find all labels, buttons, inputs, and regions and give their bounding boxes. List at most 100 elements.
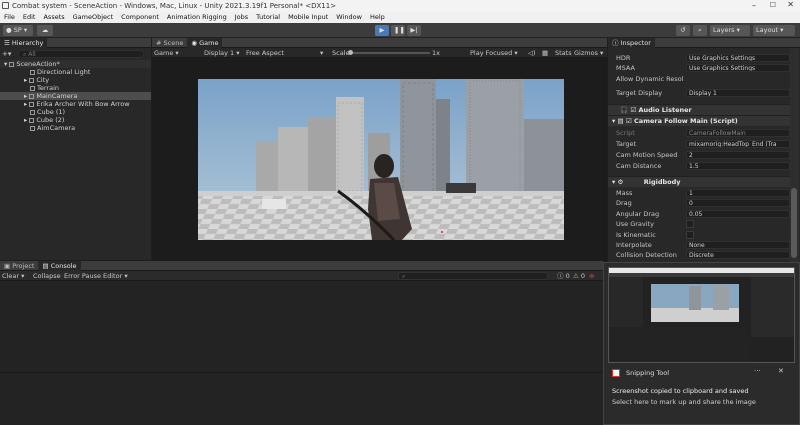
game-viewport[interactable] <box>198 79 564 240</box>
mute-icon[interactable]: ◁) <box>528 48 536 58</box>
hierarchy-search-input[interactable]: ⌕ All <box>18 50 144 58</box>
play-button[interactable]: ▶ <box>375 25 389 36</box>
gameobject-icon <box>30 69 35 75</box>
field-label: Angular Drag <box>616 209 660 218</box>
snipping-tool-notification[interactable]: Snipping Tool ··· ✕ Screenshot copied to… <box>603 262 800 425</box>
tab-game[interactable]: ◉ Game <box>187 37 223 48</box>
close-icon[interactable]: ✕ <box>787 0 794 9</box>
layers-dropdown[interactable]: Layers ▾ <box>710 25 750 36</box>
scene-root-row[interactable]: ▾ SceneAction* <box>0 60 151 68</box>
info-count-value: 0 <box>565 272 570 280</box>
number-field[interactable]: 1 <box>686 189 790 197</box>
stats-button[interactable]: Stats <box>555 48 572 58</box>
hierarchy-item[interactable]: Terrain <box>0 84 151 92</box>
display-mode-dropdown[interactable]: Game ▾ <box>154 48 179 58</box>
field-label: Script <box>616 129 635 137</box>
close-notification-icon[interactable]: ✕ <box>778 367 784 375</box>
hierarchy-item[interactable]: ▸ Cube (2) <box>0 116 151 124</box>
error-pause-button[interactable]: Error Pause <box>64 271 101 281</box>
console-search-input[interactable]: ⌕ <box>398 272 548 280</box>
editor-dropdown[interactable]: Editor ▾ <box>103 271 128 281</box>
inspector-scrollbar-thumb[interactable] <box>791 188 797 258</box>
menu-assets[interactable]: Assets <box>39 12 68 23</box>
grid-icon[interactable]: ▦ <box>542 48 548 58</box>
hierarchy-item[interactable]: Cube (1) <box>0 108 151 116</box>
field-dropdown[interactable]: Display 1 <box>686 89 790 97</box>
hierarchy-item[interactable]: ▸ Erika Archer With Bow Arrow <box>0 100 151 108</box>
tab-project[interactable]: ▣ Project <box>0 261 38 271</box>
hierarchy-item-label: Directional Light <box>37 68 91 76</box>
field-dropdown[interactable]: Use Graphics Settings <box>686 64 790 73</box>
minimize-icon[interactable]: – <box>752 1 756 10</box>
pause-button[interactable]: ❚❚ <box>391 25 405 36</box>
maximize-icon[interactable]: ☐ <box>770 1 776 9</box>
hierarchy-item[interactable]: ▸ City <box>0 76 151 84</box>
play-focused-dropdown[interactable]: Play Focused ▾ <box>470 48 518 58</box>
tab-inspector[interactable]: ⓘ Inspector <box>608 37 655 48</box>
inspector-row: HDR Use Graphics Settings <box>608 53 790 63</box>
gizmos-dropdown[interactable]: Gizmos ▾ <box>574 48 603 58</box>
menu-help[interactable]: Help <box>366 12 389 23</box>
menu-gameobject[interactable]: GameObject <box>69 12 118 23</box>
scale-slider[interactable] <box>350 52 430 54</box>
menu-window[interactable]: Window <box>332 12 366 23</box>
audio-listener-header[interactable]: 🎧 ☑ Audio Listener <box>608 104 790 115</box>
camera-follow-header[interactable]: ▾ ▤ ☑ Camera Follow Main (Script) <box>608 115 790 126</box>
field-dropdown[interactable]: Use Graphics Settings <box>686 54 790 62</box>
tab-scene[interactable]: # Scene <box>152 38 187 48</box>
menu-component[interactable]: Component <box>117 12 163 23</box>
hierarchy-item-label: City <box>36 76 50 84</box>
is-kinematic-checkbox[interactable] <box>686 230 694 239</box>
number-field[interactable]: 1.5 <box>686 162 790 170</box>
editor-label: Editor <box>103 272 123 280</box>
interpolate-dropdown[interactable]: None <box>686 241 790 249</box>
field-label: Collision Detection <box>616 251 677 260</box>
collapse-button[interactable]: Collapse <box>33 271 61 281</box>
console-divider <box>0 372 603 373</box>
inspector-tabbar: ⓘ Inspector <box>608 37 800 48</box>
hierarchy-item-selected[interactable]: ▸ MainCamera <box>0 92 151 100</box>
hierarchy-item-label: Terrain <box>37 84 60 92</box>
cloud-icon[interactable]: ☁ <box>37 25 53 36</box>
field-label: Cam Distance <box>616 162 662 170</box>
menu-animation-rigging[interactable]: Animation Rigging <box>163 12 231 23</box>
more-options-icon[interactable]: ··· <box>754 367 761 375</box>
display-label: Display 1 <box>204 49 235 57</box>
clear-button[interactable]: Clear ▾ <box>2 271 24 281</box>
number-field[interactable]: 0.05 <box>686 209 790 218</box>
menu-file[interactable]: File <box>0 12 19 23</box>
aspect-dropdown[interactable]: Free Aspect ▾ <box>246 48 326 58</box>
history-icon[interactable]: ↺ <box>676 25 690 36</box>
warning-count[interactable]: ⚠ 0 <box>573 271 585 281</box>
number-field[interactable]: 0 <box>686 199 790 208</box>
component-title: Rigidbody <box>643 178 681 186</box>
info-count[interactable]: ⓘ 0 <box>557 271 570 281</box>
add-button[interactable]: +▾ <box>2 50 14 58</box>
hierarchy-item-label: Cube (2) <box>36 116 65 124</box>
tab-hierarchy[interactable]: ☰ Hierarchy <box>0 37 48 48</box>
inspector-row: Collision Detection Discrete <box>608 250 790 260</box>
menu-tutorial[interactable]: Tutorial <box>252 12 284 23</box>
number-field[interactable]: 2 <box>686 151 790 159</box>
rigidbody-header[interactable]: ▾ ⚙ Rigidbody <box>608 176 790 187</box>
target-field[interactable]: mixamorig:HeadTop_End (Tra <box>686 140 790 148</box>
layout-label: Layout <box>756 26 779 34</box>
collision-detection-dropdown[interactable]: Discrete <box>686 251 790 260</box>
menu-mobile-input[interactable]: Mobile Input <box>284 12 332 23</box>
error-count[interactable]: ⊗ <box>589 271 594 281</box>
scale-slider-thumb[interactable] <box>348 50 353 55</box>
use-gravity-checkbox[interactable] <box>686 220 694 229</box>
account-dropdown[interactable]: ● SP ▾ <box>3 25 33 36</box>
search-icon[interactable]: ⌕ <box>693 25 707 36</box>
main-toolbar: ● SP ▾ ☁ ▶ ❚❚ ▶| ↺ ⌕ Layers ▾ Layout ▾ <box>0 23 800 38</box>
display-dropdown[interactable]: Display 1 ▾ <box>204 48 240 58</box>
menu-jobs[interactable]: Jobs <box>231 12 252 23</box>
step-button[interactable]: ▶| <box>407 25 421 36</box>
menu-edit[interactable]: Edit <box>19 12 40 23</box>
hierarchy-item[interactable]: Directional Light <box>0 68 151 76</box>
aspect-label: Free Aspect <box>246 49 284 57</box>
gameobject-icon <box>29 101 35 107</box>
layout-dropdown[interactable]: Layout ▾ <box>753 25 795 36</box>
hierarchy-item[interactable]: AimCamera <box>0 124 151 132</box>
tab-console[interactable]: ▤ Console <box>38 260 81 271</box>
